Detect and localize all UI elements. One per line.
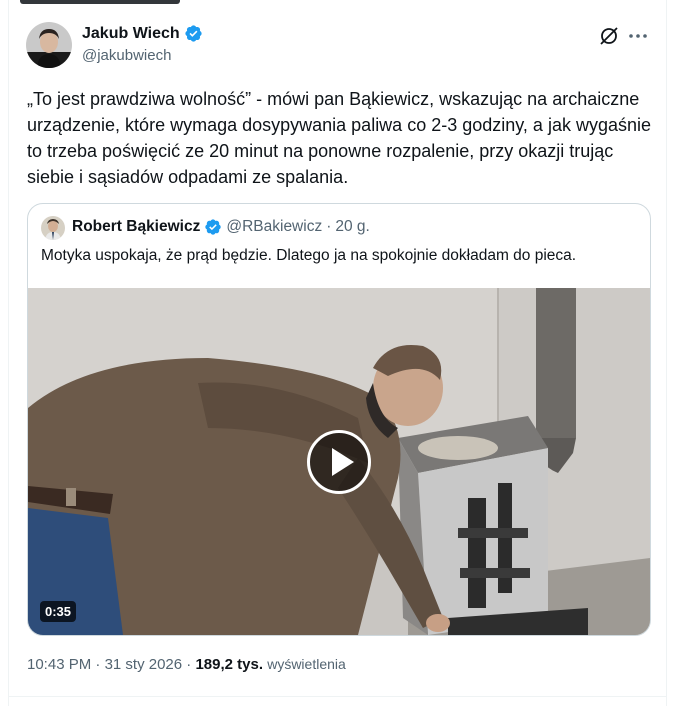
author-avatar[interactable] xyxy=(26,22,72,68)
quoted-tweet-card[interactable]: Robert Bąkiewicz @RBakiewicz · 20 g. Mot… xyxy=(27,203,651,636)
quoted-verified-badge-icon xyxy=(205,219,222,235)
quoted-tweet-text: Motyka uspokaja, że prąd będzie. Dlatego… xyxy=(41,247,577,264)
more-options-icon[interactable] xyxy=(627,25,649,47)
quoted-separator: · xyxy=(326,218,332,235)
author-display-name[interactable]: Jakub Wiech xyxy=(82,25,180,43)
video-player[interactable]: 0:35 xyxy=(28,288,650,635)
author-handle[interactable]: @jakubwiech xyxy=(82,47,171,64)
verified-badge-icon xyxy=(185,25,202,42)
tweet-text: „To jest prawdziwa wolność” - mówi pan B… xyxy=(27,89,651,187)
views-label: wyświetlenia xyxy=(267,656,346,672)
views-count: 189,2 tys. xyxy=(195,656,264,673)
play-button[interactable] xyxy=(307,430,371,494)
play-icon xyxy=(332,448,354,476)
video-duration-badge: 0:35 xyxy=(40,601,77,622)
tweet-date[interactable]: 31 sty 2026 xyxy=(105,656,183,673)
quoted-author-row: Robert Bąkiewicz @RBakiewicz · 20 g. xyxy=(72,218,370,236)
quoted-author-handle[interactable]: @RBakiewicz xyxy=(226,218,322,236)
tweet-time[interactable]: 10:43 PM xyxy=(27,656,91,673)
meta-separator: · xyxy=(186,656,192,673)
column-right-border xyxy=(666,0,667,706)
tweet-detail: Jakub Wiech @jakubwiech „To jest prawdzi… xyxy=(0,0,673,706)
grok-icon[interactable] xyxy=(598,25,620,47)
quoted-author-avatar[interactable] xyxy=(41,216,65,240)
meta-separator: · xyxy=(95,656,101,673)
meta-divider xyxy=(8,696,666,697)
previous-content-strip xyxy=(20,0,180,4)
quoted-timestamp[interactable]: 20 g. xyxy=(335,218,369,236)
tweet-meta: 10:43 PM · 31 sty 2026 · 189,2 tys. wyśw… xyxy=(27,656,346,673)
column-left-border xyxy=(8,0,9,706)
quoted-author-name[interactable]: Robert Bąkiewicz xyxy=(72,218,200,236)
author-name-row[interactable]: Jakub Wiech xyxy=(82,24,203,43)
